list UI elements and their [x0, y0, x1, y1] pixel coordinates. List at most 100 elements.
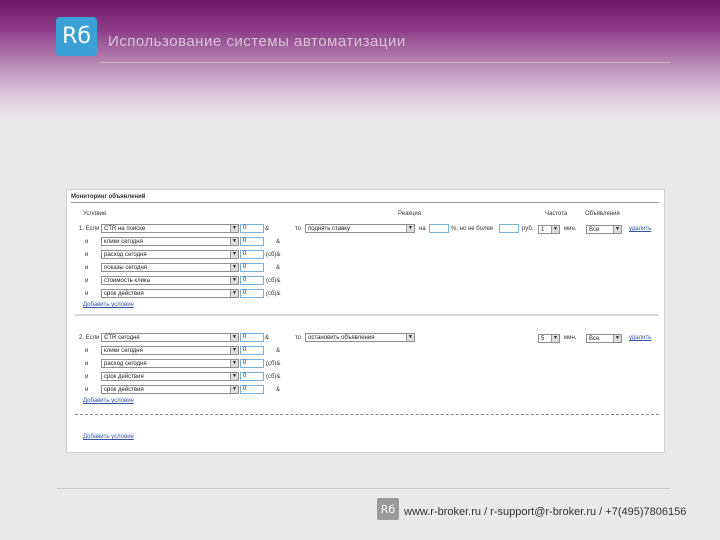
chevron-down-icon: ▼ — [551, 226, 559, 233]
operator-label: (сб)& — [266, 374, 281, 380]
operator-label: (сб)& — [266, 291, 281, 297]
condition-value-input[interactable]: 0 — [240, 359, 264, 368]
operator-label: & — [276, 239, 281, 245]
condition-value-input[interactable]: 0 — [240, 372, 264, 381]
row-label: и — [85, 278, 89, 284]
delete-rule-link[interactable]: удалить — [629, 226, 651, 232]
chevron-down-icon: ▼ — [406, 334, 414, 341]
chevron-down-icon: ▼ — [230, 386, 238, 393]
condition-value-input[interactable]: 0 — [240, 237, 264, 246]
row-label: и — [85, 361, 89, 367]
add-condition-link[interactable]: Добавить условие — [83, 302, 134, 308]
row-label: и — [85, 291, 89, 297]
condition-value-input[interactable]: 0 — [240, 263, 264, 272]
max-input[interactable] — [499, 224, 519, 233]
rule2-row: и клики сегодня ▼ 0 & — [67, 346, 664, 357]
condition-select[interactable]: показы сегодня ▼ — [101, 263, 239, 272]
chevron-down-icon: ▼ — [230, 251, 238, 258]
action-select[interactable]: остановить объявления ▼ — [305, 333, 415, 342]
operator-label: & — [276, 387, 281, 393]
footer-logo: Rб — [377, 498, 399, 520]
condition-value-input[interactable]: 0 — [240, 385, 264, 394]
condition-value-input[interactable]: 0 — [240, 346, 264, 355]
ads-select[interactable]: Все ▼ — [586, 225, 622, 234]
logo: Rб — [56, 17, 97, 56]
page-title: Использование системы автоматизации — [108, 33, 406, 50]
rule1-row: 1. Если CTR на поиске ▼ 0 & то поднять ст… — [67, 224, 664, 235]
chevron-down-icon: ▼ — [406, 225, 414, 232]
chevron-down-icon: ▼ — [613, 335, 621, 342]
percent-input[interactable] — [429, 224, 449, 233]
delete-rule-link[interactable]: удалить — [629, 335, 651, 341]
condition-select[interactable]: срок действия ▼ — [101, 289, 239, 298]
condition-select[interactable]: расход сегодня ▼ — [101, 250, 239, 259]
footer-contacts: www.r-broker.ru / r-support@r-broker.ru … — [404, 506, 687, 518]
panel-title: Мониторинг объявлений — [71, 194, 146, 200]
header-divider — [100, 62, 670, 63]
chevron-down-icon: ▼ — [230, 264, 238, 271]
condition-value-input[interactable]: 0 — [240, 224, 264, 233]
rule1-row: и срок действия ▼ 0 (сб)& — [67, 289, 664, 300]
operator-label: & — [265, 226, 270, 232]
rule-divider — [75, 414, 659, 415]
condition-select[interactable]: срок действия ▼ — [101, 372, 239, 381]
row-label: и — [85, 387, 89, 393]
then-label: то — [295, 335, 302, 341]
panel-title-divider — [71, 202, 659, 203]
header-ads: Объявления — [585, 211, 620, 217]
max-label: %, но не более — [451, 226, 494, 232]
chevron-down-icon: ▼ — [230, 347, 238, 354]
frequency-unit: мин. — [564, 335, 577, 341]
rub-label: руб. — [522, 226, 534, 232]
condition-value-input[interactable]: 0 — [240, 250, 264, 259]
condition-value-input[interactable]: 0 — [240, 276, 264, 285]
add-condition-link[interactable]: Добавить условие — [83, 398, 134, 404]
row-label: 2. Если — [79, 335, 100, 341]
rule1-row: и клики сегодня ▼ 0 & — [67, 237, 664, 248]
chevron-down-icon: ▼ — [230, 360, 238, 367]
chevron-down-icon: ▼ — [230, 238, 238, 245]
row-label: и — [85, 374, 89, 380]
condition-select[interactable]: клики сегодня ▼ — [101, 346, 239, 355]
condition-select[interactable]: CTR сегодня ▼ — [101, 333, 239, 342]
action-select[interactable]: поднять ставку ▼ — [305, 224, 415, 233]
rule1-row: и стоимость клика ▼ 0 (сб)& — [67, 276, 664, 287]
chevron-down-icon: ▼ — [230, 277, 238, 284]
frequency-unit: мин. — [564, 226, 577, 232]
rule2-row: и расход сегодня ▼ 0 (сб)& — [67, 359, 664, 370]
condition-select[interactable]: стоимость клика ▼ — [101, 276, 239, 285]
row-label: и — [85, 239, 89, 245]
header-frequency: Частота — [545, 211, 568, 217]
operator-label: & — [276, 265, 281, 271]
condition-select[interactable]: расход сегодня ▼ — [101, 359, 239, 368]
frequency-select[interactable]: 1 ▼ — [538, 225, 560, 234]
row-label: и — [85, 348, 89, 354]
row-label: и — [85, 265, 89, 271]
rule2-row: и срок действия ▼ 0 & — [67, 385, 664, 396]
operator-label: (сб)& — [266, 361, 281, 367]
condition-select[interactable]: срок действия ▼ — [101, 385, 239, 394]
condition-value-input[interactable]: 0 — [240, 289, 264, 298]
ads-select[interactable]: Все ▼ — [586, 334, 622, 343]
rule2-row: 2. Если CTR сегодня ▼ 0 & то остановить о… — [67, 333, 664, 344]
operator-label: (сб)& — [266, 278, 281, 284]
condition-value-input[interactable]: 0 — [240, 333, 264, 342]
condition-select[interactable]: CTR на поиске ▼ — [101, 224, 239, 233]
rule1-row: и показы сегодня ▼ 0 & — [67, 263, 664, 274]
header-condition: Условие — [83, 211, 107, 217]
rule-divider — [75, 314, 659, 316]
monitoring-panel: Мониторинг объявлений Условие Реакция Ча… — [66, 189, 665, 453]
chevron-down-icon: ▼ — [613, 226, 621, 233]
rule2-row: и срок действия ▼ 0 (сб)& — [67, 372, 664, 383]
operator-label: (сб)& — [266, 252, 281, 258]
chevron-down-icon: ▼ — [230, 334, 238, 341]
operator-label: & — [265, 335, 270, 341]
header-reaction: Реакция — [398, 211, 422, 217]
on-label: на — [419, 226, 426, 232]
chevron-down-icon: ▼ — [551, 335, 559, 342]
condition-select[interactable]: клики сегодня ▼ — [101, 237, 239, 246]
add-rule-link[interactable]: Добавить условие — [83, 434, 134, 440]
then-label: то — [295, 226, 302, 232]
row-label: и — [85, 252, 89, 258]
frequency-select[interactable]: 5 ▼ — [538, 334, 560, 343]
